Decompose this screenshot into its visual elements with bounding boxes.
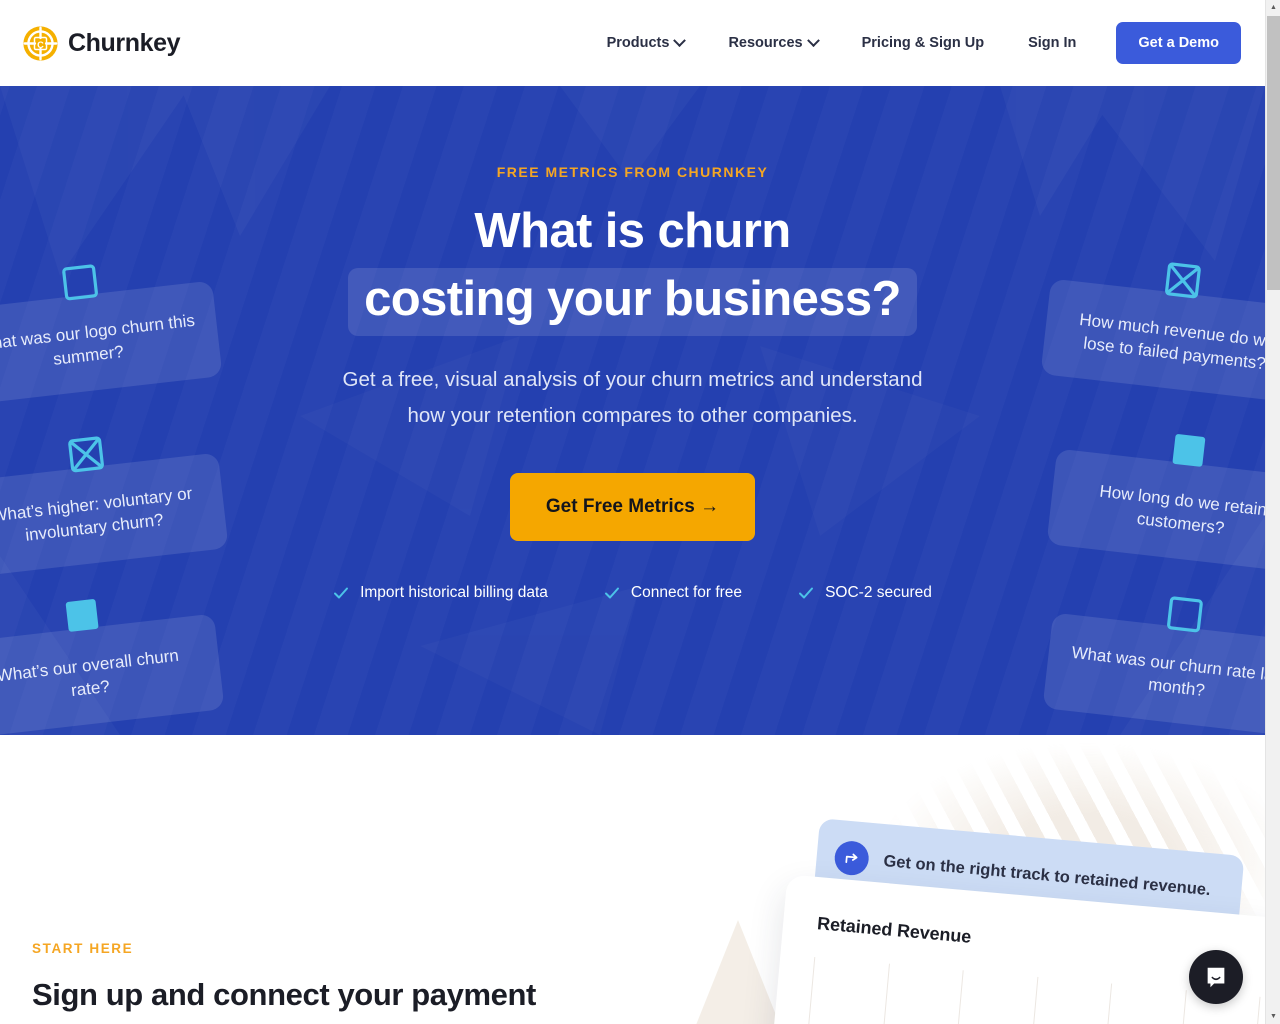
grid-line [873,963,890,1024]
grid-line [1244,996,1261,1024]
hero-feature-list: Import historical billing data Connect f… [0,584,1265,602]
question-card-churn-last-month: What was our churn rate last month? [1042,596,1265,735]
nav-item-label: Sign In [1028,35,1077,51]
hero-headline: What is churn costing your business? [0,202,1265,336]
hero-headline-line-1: What is churn [474,204,791,258]
grid-line [799,956,816,1024]
svg-text:C: C [37,39,44,49]
hero-eyebrow: FREE METRICS FROM CHURNKEY [496,164,769,180]
browser-viewport: C Churnkey Products Resources Pricing & … [0,0,1265,1024]
nav-item-sign-in[interactable]: Sign In [1006,25,1098,61]
start-here-eyebrow: START HERE [32,941,134,956]
site-header: C Churnkey Products Resources Pricing & … [0,0,1265,86]
question-card-text: What’s our overall churn rate? [0,645,180,701]
check-icon [799,587,814,598]
chevron-down-icon [673,33,687,47]
arrow-turn-right-glyph [844,853,858,863]
vertical-scrollbar[interactable]: ▲ ▼ [1265,0,1280,1024]
feature-label: SOC-2 secured [825,583,932,601]
feature-label: Import historical billing data [360,583,548,601]
nav-item-products[interactable]: Products [585,25,707,61]
hero-section: What was our logo churn this summer? Wha… [0,86,1265,735]
feature-item: SOC-2 secured [770,584,960,602]
scroll-up-arrow-icon[interactable]: ▲ [1266,0,1280,15]
churnkey-logo-icon: C [23,25,58,61]
nav-item-label: Pricing & Sign Up [861,35,985,51]
get-free-metrics-button[interactable]: Get Free Metrics → [509,472,756,541]
check-icon [604,587,619,598]
intercom-messenger-button[interactable] [1189,950,1243,1004]
nav-item-label: Resources [728,35,803,51]
chevron-down-icon [806,33,820,47]
nav-item-pricing-sign-up[interactable]: Pricing & Sign Up [840,25,1006,61]
arrow-turn-right-icon [833,839,871,877]
grid-line [1021,976,1038,1024]
scroll-down-arrow-icon[interactable]: ▼ [1266,1009,1280,1024]
hero-subheadline: Get a free, visual analysis of your chur… [342,367,923,428]
start-here-title: Sign up and connect your payment provide… [32,977,536,1024]
check-icon [334,587,349,598]
brand-name: Churnkey [68,28,181,57]
brand-logo-link[interactable]: C Churnkey [22,25,181,62]
question-card-text: What was our churn rate last month? [1070,642,1265,701]
page-root: C Churnkey Products Resources Pricing & … [0,0,1280,1024]
nav-item-label: Products [606,35,670,51]
hero-headline-line-2: costing your business? [348,267,917,336]
decorative-triangle [690,920,786,1024]
grid-line [947,970,964,1024]
nav-item-resources[interactable]: Resources [706,25,839,61]
start-here-copy: START HERE Sign up and connect your paym… [32,941,572,1024]
grid-line [1170,990,1187,1024]
main-navigation: Products Resources Pricing & Sign Up Sig… [585,22,1241,64]
get-a-demo-button[interactable]: Get a Demo [1116,22,1241,64]
messenger-icon [1207,967,1225,988]
hero-content: FREE METRICS FROM CHURNKEY What is churn… [0,86,1265,602]
feature-item: Import historical billing data [305,584,576,602]
question-card-overall-churn-rate: What’s our overall churn rate? [0,599,225,735]
feature-item: Connect for free [576,584,770,602]
grid-line [1096,983,1113,1024]
scrollbar-thumb[interactable] [1267,16,1280,290]
feature-label: Connect for free [630,583,743,601]
